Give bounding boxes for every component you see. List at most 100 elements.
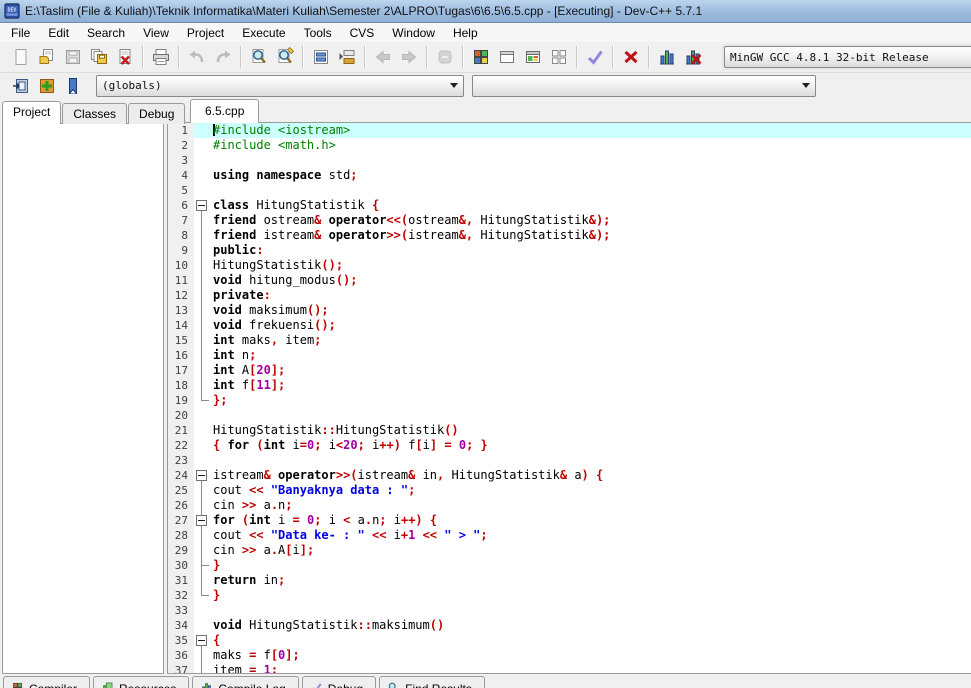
new-source-file-button[interactable] (8, 44, 34, 70)
code-line[interactable]: 24 istream& operator>>(istream& in, Hitun… (168, 468, 971, 483)
syntax-check-button[interactable] (582, 44, 608, 70)
line-number[interactable]: 30 (168, 558, 194, 573)
tab-classes[interactable]: Classes (62, 103, 128, 124)
toggle-bookmarks-button[interactable] (34, 73, 60, 99)
line-number[interactable]: 6 (168, 198, 194, 213)
code-line[interactable]: 13 void maksimum(); (168, 303, 971, 318)
code-line[interactable]: 31 return in; (168, 573, 971, 588)
code-line[interactable]: 37 item = 1; (168, 663, 971, 673)
line-number[interactable]: 4 (168, 168, 194, 183)
line-number[interactable]: 35 (168, 633, 194, 648)
line-number[interactable]: 33 (168, 603, 194, 618)
fold-marker[interactable] (194, 513, 210, 528)
project-browser-panel[interactable] (2, 123, 164, 674)
goto-bookmarks-button[interactable] (60, 73, 86, 99)
line-number[interactable]: 37 (168, 663, 194, 673)
line-number[interactable]: 5 (168, 183, 194, 198)
code-line[interactable]: 5 (168, 183, 971, 198)
line-number[interactable]: 20 (168, 408, 194, 423)
menu-item-tools[interactable]: Tools (295, 24, 341, 42)
code-line[interactable]: 12 private: (168, 288, 971, 303)
abort-compilation-button[interactable] (432, 44, 458, 70)
goto-line-button[interactable] (308, 44, 334, 70)
code-line[interactable]: 32} (168, 588, 971, 603)
code-editor[interactable]: 1 #include <iostream> 2 #include <math.h> 3 4… (167, 122, 971, 674)
code-line[interactable]: 29 cin >> a.A[i]; (168, 543, 971, 558)
code-line[interactable]: 19}; (168, 393, 971, 408)
code-line[interactable]: 30} (168, 558, 971, 573)
code-line[interactable]: 34 void HitungStatistik::maksimum() (168, 618, 971, 633)
menu-item-file[interactable]: File (2, 24, 39, 42)
code-line[interactable]: 28 cout << "Data ke- : " << i+1 << " > "; (168, 528, 971, 543)
line-number[interactable]: 9 (168, 243, 194, 258)
line-number[interactable]: 26 (168, 498, 194, 513)
member-select[interactable] (472, 74, 816, 97)
save-all-button[interactable] (86, 44, 112, 70)
line-number[interactable]: 8 (168, 228, 194, 243)
line-number[interactable]: 22 (168, 438, 194, 453)
code-line[interactable]: 3 (168, 153, 971, 168)
close-button[interactable] (112, 44, 138, 70)
line-number[interactable]: 1 (168, 123, 194, 138)
code-line[interactable]: 18 int f[11]; (168, 378, 971, 393)
code-line[interactable]: 26 cin >> a.n; (168, 498, 971, 513)
forward-button[interactable] (396, 44, 422, 70)
code-line[interactable]: 33 (168, 603, 971, 618)
line-number[interactable]: 34 (168, 618, 194, 633)
code-line[interactable]: 16 int n; (168, 348, 971, 363)
line-number[interactable]: 3 (168, 153, 194, 168)
code-line[interactable]: 10 HitungStatistik(); (168, 258, 971, 273)
code-line[interactable]: 27 for (int i = 0; i < a.n; i++) { (168, 513, 971, 528)
code-line[interactable]: 36 maks = f[0]; (168, 648, 971, 663)
line-number[interactable]: 18 (168, 378, 194, 393)
editor-tab-6.5.cpp[interactable]: 6.5.cpp (190, 99, 260, 123)
menu-item-view[interactable]: View (134, 24, 178, 42)
line-number[interactable]: 11 (168, 273, 194, 288)
code-line[interactable]: 20 (168, 408, 971, 423)
code-line[interactable]: 14 void frekuensi(); (168, 318, 971, 333)
line-number[interactable]: 28 (168, 528, 194, 543)
menu-item-cvs[interactable]: CVS (341, 24, 384, 42)
line-number[interactable]: 31 (168, 573, 194, 588)
line-number[interactable]: 32 (168, 588, 194, 603)
line-number[interactable]: 25 (168, 483, 194, 498)
rebuild-all-button[interactable] (546, 44, 572, 70)
line-number[interactable]: 10 (168, 258, 194, 273)
code-line[interactable]: 6 class HitungStatistik { (168, 198, 971, 213)
line-number[interactable]: 29 (168, 543, 194, 558)
tab-debug[interactable]: Debug (128, 103, 186, 124)
line-number[interactable]: 17 (168, 363, 194, 378)
menu-item-edit[interactable]: Edit (39, 24, 78, 42)
menu-item-help[interactable]: Help (444, 24, 487, 42)
code-line[interactable]: 23 (168, 453, 971, 468)
redo-button[interactable] (210, 44, 236, 70)
print-button[interactable] (148, 44, 174, 70)
tab-compiler[interactable]: 20 20"> Compiler (3, 676, 91, 688)
tab-find-results[interactable]: 20 20"> Find Results (379, 676, 485, 688)
run-button[interactable] (494, 44, 520, 70)
profile-analysis-button[interactable] (654, 44, 680, 70)
fold-marker[interactable] (194, 198, 210, 213)
code-line[interactable]: 22 { for (int i=0; i<20; i++) f[i] = 0; } (168, 438, 971, 453)
line-number[interactable]: 36 (168, 648, 194, 663)
code-line[interactable]: 21 HitungStatistik::HitungStatistik() (168, 423, 971, 438)
line-number[interactable]: 24 (168, 468, 194, 483)
code-line[interactable]: 35 { (168, 633, 971, 648)
line-number[interactable]: 27 (168, 513, 194, 528)
code-line[interactable]: 9 public: (168, 243, 971, 258)
line-number[interactable]: 13 (168, 303, 194, 318)
line-number[interactable]: 15 (168, 333, 194, 348)
code-line[interactable]: 2 #include <math.h> (168, 138, 971, 153)
save-button[interactable] (60, 44, 86, 70)
tab-debug[interactable]: 20 20"> Debug (301, 676, 377, 688)
insert-button[interactable] (8, 73, 34, 99)
menu-item-project[interactable]: Project (178, 24, 233, 42)
code-line[interactable]: 11 void hitung_modus(); (168, 273, 971, 288)
code-line[interactable]: 4 using namespace std; (168, 168, 971, 183)
tab-compile-log[interactable]: 20 20"> Compile Log (192, 676, 299, 688)
find-button[interactable] (246, 44, 272, 70)
line-number[interactable]: 16 (168, 348, 194, 363)
line-number[interactable]: 2 (168, 138, 194, 153)
code-line[interactable]: 8 friend istream& operator>>(istream&, Hi… (168, 228, 971, 243)
fold-marker[interactable] (194, 468, 210, 483)
